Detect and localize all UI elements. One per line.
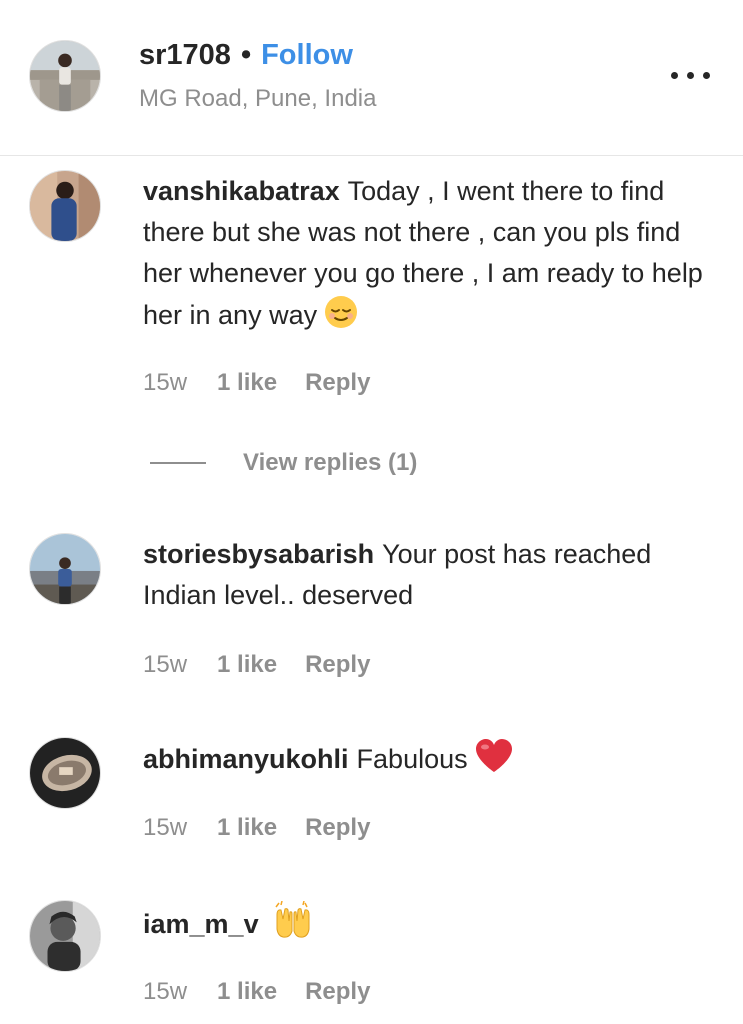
comment-username[interactable]: iam_m_v (143, 909, 259, 939)
commenter-avatar-image (30, 738, 100, 808)
comment-meta: 15w 1 like Reply (143, 977, 370, 1007)
comment-username[interactable]: abhimanyukohli (143, 744, 349, 774)
reply-button[interactable]: Reply (305, 814, 370, 841)
comment-likes[interactable]: 1 like (217, 369, 277, 396)
comment-likes[interactable]: 1 like (217, 978, 277, 1005)
commenter-avatar-image (30, 171, 100, 241)
more-options-icon[interactable] (669, 60, 713, 90)
red-heart-emoji (474, 738, 514, 786)
commenter-avatar[interactable] (29, 737, 101, 809)
relieved-face-emoji (323, 294, 359, 342)
comment-body: storiesbysabarish Your post has reached I… (143, 534, 718, 616)
comment-time: 15w (143, 978, 188, 1005)
comment-likes[interactable]: 1 like (217, 814, 277, 841)
reply-button[interactable]: Reply (305, 978, 370, 1005)
comment-username[interactable]: storiesbysabarish (143, 539, 374, 569)
separator-dot: • (240, 39, 252, 71)
comment-body: abhimanyukohli Fabulous (143, 738, 718, 786)
post-location[interactable]: MG Road, Pune, India (139, 84, 376, 114)
comment-username[interactable]: vanshikabatrax (143, 176, 340, 206)
reply-button[interactable]: Reply (305, 651, 370, 678)
reply-button[interactable]: Reply (305, 369, 370, 396)
commenter-avatar-image (30, 534, 100, 604)
comment-meta: 15w 1 like Reply (143, 368, 370, 398)
view-replies-line (150, 462, 206, 464)
raising-hands-emoji (273, 900, 313, 951)
follow-button[interactable]: Follow (261, 39, 353, 71)
owner-avatar-image (30, 41, 100, 111)
comment-time: 15w (143, 814, 188, 841)
comment-likes[interactable]: 1 like (217, 651, 277, 678)
comment-body: vanshikabatrax Today , I went there to fi… (143, 171, 718, 342)
owner-line: sr1708 • Follow (139, 36, 353, 74)
comment-meta: 15w 1 like Reply (143, 813, 370, 843)
commenter-avatar[interactable] (29, 900, 101, 972)
comment-time: 15w (143, 369, 188, 396)
commenter-avatar-image (30, 901, 100, 971)
commenter-avatar[interactable] (29, 533, 101, 605)
post-header: sr1708 • Follow MG Road, Pune, India (0, 0, 743, 156)
comment-text: Fabulous (356, 744, 468, 774)
commenter-avatar[interactable] (29, 170, 101, 242)
view-replies-label: View replies (1) (243, 449, 418, 476)
owner-username[interactable]: sr1708 (139, 39, 231, 71)
owner-avatar[interactable] (29, 40, 101, 112)
comment-time: 15w (143, 651, 188, 678)
comment-meta: 15w 1 like Reply (143, 650, 370, 680)
comment-body: iam_m_v (143, 900, 718, 951)
